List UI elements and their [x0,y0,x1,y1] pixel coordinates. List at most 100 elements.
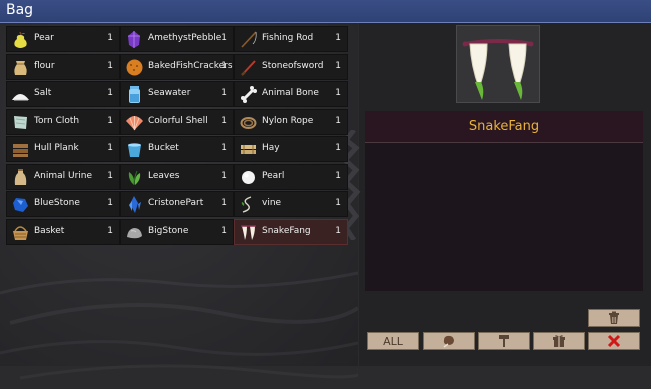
inventory-slot[interactable]: Animal Bone 1 [234,81,348,107]
item-name: Stoneofsword [262,60,324,71]
basket-icon [11,223,30,242]
filter-tools-button[interactable] [478,332,530,350]
item-name: BakedFishCrackers [148,60,233,71]
item-name: Pearl [262,170,285,181]
item-count: 1 [221,88,227,98]
inventory-column-2: AmethystPebble 1 BakedFishCrackers 1 Sea… [120,26,234,246]
item-name: Leaves [148,170,180,181]
item-name: Hay [262,143,280,153]
inventory-slot[interactable]: vine 1 [234,191,348,217]
item-count: 1 [107,198,113,208]
inventory-slot[interactable]: Fishing Rod 1 [234,26,348,52]
bucket-icon [125,140,144,159]
item-count: 1 [221,198,227,208]
inventory-slot[interactable]: Bucket 1 [120,136,234,162]
item-name: BigStone [148,225,189,236]
rope-icon [239,113,258,132]
item-count: 1 [221,225,227,236]
item-count: 1 [221,143,227,153]
cracker-icon [125,58,144,77]
item-count: 1 [335,115,341,126]
blue-stone-icon [11,195,30,214]
inventory-slot[interactable]: Animal Urine 1 [6,163,120,190]
item-count: 1 [221,170,227,181]
snake-fang-icon [462,39,534,100]
inventory-slot[interactable]: Pear 1 [6,26,120,52]
delete-button[interactable] [588,309,640,327]
filter-gifts-button[interactable] [533,332,585,350]
inventory-slot[interactable]: Hay 1 [234,136,348,162]
trash-icon [609,311,619,324]
vine-icon [239,195,258,214]
item-count: 1 [335,170,341,181]
close-button[interactable] [588,332,640,350]
inventory-slot[interactable]: Colorful Shell 1 [120,108,234,135]
inventory-slot[interactable]: Hull Plank 1 [6,136,120,162]
filter-all-button[interactable]: ALL [367,332,419,350]
snake-fang-icon [239,223,258,242]
pearl-icon [239,168,258,187]
item-name: Salt [34,88,52,98]
inventory-slot[interactable]: AmethystPebble 1 [120,26,234,52]
item-count: 1 [107,225,113,236]
amethyst-icon [125,30,144,49]
inventory-slot[interactable]: Torn Cloth 1 [6,108,120,135]
inventory-slot[interactable]: BakedFishCrackers 1 [120,53,234,80]
inventory-slot[interactable]: Leaves 1 [120,163,234,190]
inventory-slot[interactable]: Basket 1 [6,218,120,245]
fishing-rod-icon [239,30,258,49]
flour-sack-icon [11,58,30,77]
item-name: Colorful Shell [148,115,208,126]
item-count: 1 [335,60,341,71]
crystal-icon [125,195,144,214]
hay-icon [239,140,258,159]
item-preview [456,25,540,103]
inventory-slot[interactable]: Stoneofsword 1 [234,53,348,80]
close-icon [607,334,621,348]
inventory-slot[interactable]: Nylon Rope 1 [234,108,348,135]
item-count: 1 [107,60,113,71]
item-name: Bucket [148,143,179,153]
item-count: 1 [107,143,113,153]
inventory-slot-selected[interactable]: SnakeFang 1 [234,218,348,245]
item-count: 1 [107,33,113,43]
hammer-icon [499,335,509,347]
item-name: SnakeFang [262,225,311,236]
inventory-slot[interactable]: Salt 1 [6,81,120,107]
salt-pile-icon [11,85,30,104]
leaves-icon [125,168,144,187]
item-name: CristonePart [148,198,204,208]
inventory-slot[interactable]: Pearl 1 [234,163,348,190]
item-count: 1 [335,225,341,236]
window-title: Bag [6,2,34,18]
item-name: Hull Plank [34,143,79,153]
shell-icon [125,113,144,132]
stone-sword-icon [239,58,258,77]
stone-icon [125,223,144,242]
item-count: 1 [335,88,341,98]
item-count: 1 [221,60,227,71]
inventory-slot[interactable]: BigStone 1 [120,218,234,245]
item-name-bar: SnakeFang [365,111,643,143]
item-name: vine [262,198,282,208]
title-bar: Bag [0,0,651,23]
inventory-slot[interactable]: flour 1 [6,53,120,80]
item-name: Nylon Rope [262,115,314,126]
item-count: 1 [107,88,113,98]
item-name: Seawater [148,88,191,98]
item-name: Pear [34,33,54,43]
item-count: 1 [335,143,341,153]
item-count: 1 [107,115,113,126]
plank-icon [11,140,30,159]
item-name: Basket [34,225,65,236]
inventory-slot[interactable]: Seawater 1 [120,81,234,107]
filter-food-button[interactable] [423,332,475,350]
inventory-slot[interactable]: CristonePart 1 [120,191,234,217]
item-description [365,143,643,291]
item-count: 1 [107,170,113,181]
inventory-slot[interactable]: BlueStone 1 [6,191,120,217]
item-name: AmethystPebble [148,33,222,43]
selected-item-name: SnakeFang [468,119,540,134]
cloth-icon [11,113,30,132]
water-jar-icon [125,85,144,104]
